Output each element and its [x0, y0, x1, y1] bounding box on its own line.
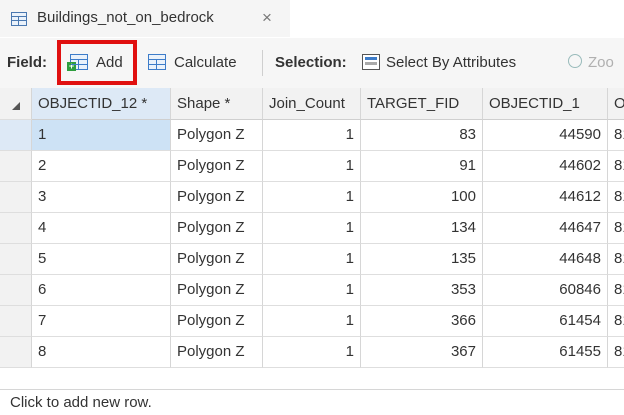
table-cell[interactable]: 6: [32, 275, 171, 306]
table-cell[interactable]: 4: [32, 213, 171, 244]
table-cell[interactable]: Polygon Z: [171, 244, 263, 275]
tab-title: Buildings_not_on_bedrock: [37, 9, 214, 26]
table-cell[interactable]: 81: [608, 244, 624, 275]
table-cell[interactable]: 61455: [483, 337, 608, 368]
zoom-to-button[interactable]: Zoo: [588, 54, 614, 71]
table-cell[interactable]: 44612: [483, 182, 608, 213]
table-cell[interactable]: Polygon Z: [171, 213, 263, 244]
table-cell[interactable]: 1: [263, 244, 361, 275]
row-selector[interactable]: [0, 213, 32, 244]
table-cell[interactable]: 1: [263, 151, 361, 182]
table-cell[interactable]: Polygon Z: [171, 306, 263, 337]
calculate-button[interactable]: Calculate: [174, 54, 237, 71]
table-cell[interactable]: 1: [263, 213, 361, 244]
table-cell[interactable]: 135: [361, 244, 483, 275]
row-selector[interactable]: [0, 151, 32, 182]
row-selector[interactable]: [0, 337, 32, 368]
table-cell[interactable]: Polygon Z: [171, 120, 263, 151]
table-cell[interactable]: 100: [361, 182, 483, 213]
table-cell[interactable]: 60846: [483, 275, 608, 306]
field-label: Field:: [7, 54, 47, 71]
table-cell[interactable]: 1: [32, 120, 171, 151]
table-icon: [11, 12, 27, 26]
zoom-to-icon: [568, 54, 582, 68]
table-cell[interactable]: 8: [32, 337, 171, 368]
table-cell[interactable]: 367: [361, 337, 483, 368]
add-row-footer[interactable]: Click to add new row.: [0, 389, 624, 415]
row-selector[interactable]: [0, 244, 32, 275]
table-cell[interactable]: 3: [32, 182, 171, 213]
row-selector[interactable]: [0, 182, 32, 213]
calculate-icon: [148, 54, 166, 70]
column-header-o[interactable]: O: [608, 88, 624, 120]
table-cell[interactable]: 134: [361, 213, 483, 244]
table-cell[interactable]: 353: [361, 275, 483, 306]
column-header-target-fid[interactable]: TARGET_FID: [361, 88, 483, 120]
table-cell[interactable]: 81: [608, 120, 624, 151]
table-cell[interactable]: 44602: [483, 151, 608, 182]
select-by-attributes-icon: [362, 54, 380, 70]
tab-bar: Buildings_not_on_bedrock ×: [0, 0, 624, 39]
table-cell[interactable]: 81: [608, 213, 624, 244]
table-cell[interactable]: 7: [32, 306, 171, 337]
table-cell[interactable]: Polygon Z: [171, 337, 263, 368]
table-cell[interactable]: 61454: [483, 306, 608, 337]
toolbar-divider: [262, 50, 263, 76]
table-cell[interactable]: 44648: [483, 244, 608, 275]
table-cell[interactable]: 1: [263, 120, 361, 151]
table-cell[interactable]: 1: [263, 306, 361, 337]
row-selector[interactable]: [0, 306, 32, 337]
table-cell[interactable]: Polygon Z: [171, 275, 263, 306]
add-row-label: Click to add new row.: [10, 394, 152, 411]
table-cell[interactable]: 366: [361, 306, 483, 337]
table-cell[interactable]: 81: [608, 182, 624, 213]
column-header-objectid-12[interactable]: OBJECTID_12 *: [32, 88, 171, 120]
table-cell[interactable]: 1: [263, 182, 361, 213]
table-cell[interactable]: 81: [608, 306, 624, 337]
table-cell[interactable]: Polygon Z: [171, 182, 263, 213]
table-cell[interactable]: Polygon Z: [171, 151, 263, 182]
table-cell[interactable]: 91: [361, 151, 483, 182]
table-cell[interactable]: 5: [32, 244, 171, 275]
table-cell[interactable]: 1: [263, 275, 361, 306]
row-selector[interactable]: [0, 275, 32, 306]
select-all-icon: [12, 102, 20, 110]
column-header-shape[interactable]: Shape *: [171, 88, 263, 120]
close-icon[interactable]: ×: [262, 8, 272, 28]
selection-label: Selection:: [275, 54, 347, 71]
table-cell[interactable]: 1: [263, 337, 361, 368]
row-selector[interactable]: [0, 120, 32, 151]
column-header-objectid-1[interactable]: OBJECTID_1: [483, 88, 608, 120]
select-by-attributes-button[interactable]: Select By Attributes: [386, 54, 516, 71]
table-cell[interactable]: 81: [608, 151, 624, 182]
table-cell[interactable]: 44590: [483, 120, 608, 151]
column-header-join-count[interactable]: Join_Count: [263, 88, 361, 120]
table-cell[interactable]: 44647: [483, 213, 608, 244]
table-cell[interactable]: 81: [608, 337, 624, 368]
tab-buildings-not-on-bedrock[interactable]: Buildings_not_on_bedrock ×: [0, 0, 290, 37]
table-corner[interactable]: [0, 88, 32, 120]
table-cell[interactable]: 2: [32, 151, 171, 182]
table-cell[interactable]: 83: [361, 120, 483, 151]
table-cell[interactable]: 81: [608, 275, 624, 306]
add-button-highlight-box: [57, 40, 137, 85]
